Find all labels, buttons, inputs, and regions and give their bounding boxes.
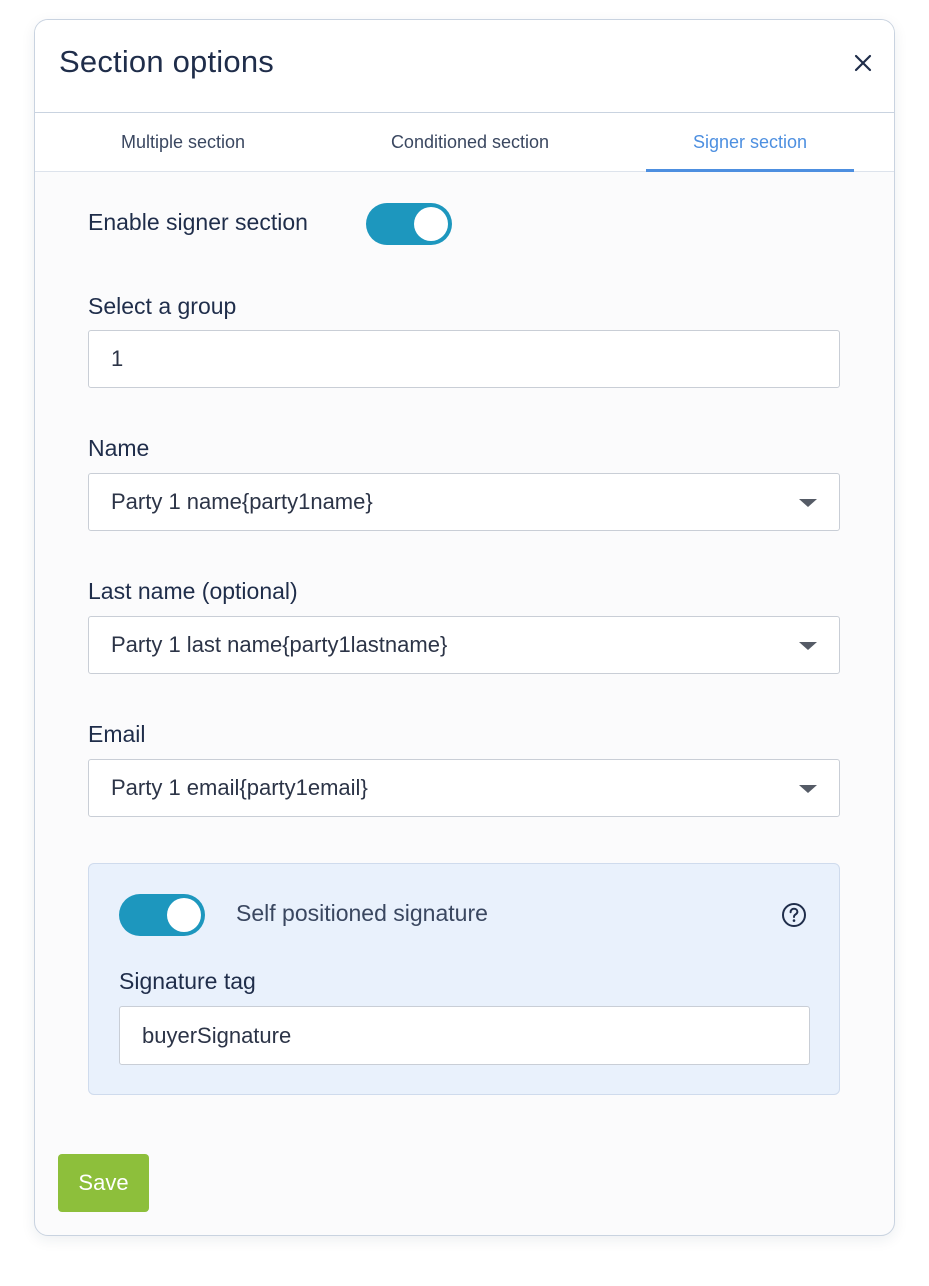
tab-signer-section[interactable]: Signer section: [646, 113, 854, 172]
dialog-title: Section options: [59, 44, 274, 79]
name-select[interactable]: Party 1 name{party1name}: [88, 473, 840, 531]
lastname-label: Last name (optional): [88, 578, 298, 604]
self-positioned-label: Self positioned signature: [236, 900, 488, 926]
self-positioned-toggle[interactable]: [119, 894, 205, 936]
section-tabs: Multiple section Conditioned section Sig…: [35, 113, 894, 172]
enable-signer-label: Enable signer section: [88, 209, 308, 235]
signature-settings-panel: Self positioned signature Signature tag …: [88, 863, 840, 1095]
name-label: Name: [88, 435, 150, 461]
signature-tag-label: Signature tag: [119, 968, 256, 994]
chevron-down-icon: [799, 642, 817, 650]
close-button[interactable]: [848, 48, 878, 78]
group-input[interactable]: 1: [88, 330, 840, 388]
email-value: Party 1 email{party1email}: [111, 775, 368, 800]
email-label: Email: [88, 721, 146, 747]
group-label: Select a group: [88, 293, 237, 319]
help-icon[interactable]: [781, 902, 807, 928]
tab-multiple-section[interactable]: Multiple section: [85, 113, 281, 171]
signature-tag-input[interactable]: buyerSignature: [119, 1006, 810, 1065]
group-value: 1: [111, 346, 124, 371]
save-button[interactable]: Save: [58, 1154, 149, 1212]
section-options-dialog: Section options Multiple section Conditi…: [34, 19, 895, 1236]
toggle-knob: [167, 898, 201, 932]
signature-tag-value: buyerSignature: [142, 1022, 292, 1048]
dialog-header: Section options: [35, 20, 894, 113]
enable-signer-toggle[interactable]: [366, 203, 452, 245]
chevron-down-icon: [799, 499, 817, 507]
chevron-down-icon: [799, 785, 817, 793]
close-icon: [854, 54, 872, 72]
lastname-select[interactable]: Party 1 last name{party1lastname}: [88, 616, 840, 674]
toggle-knob: [414, 207, 448, 241]
lastname-value: Party 1 last name{party1lastname}: [111, 632, 448, 657]
name-value: Party 1 name{party1name}: [111, 489, 373, 514]
tab-conditioned-section[interactable]: Conditioned section: [353, 113, 587, 171]
email-select[interactable]: Party 1 email{party1email}: [88, 759, 840, 817]
